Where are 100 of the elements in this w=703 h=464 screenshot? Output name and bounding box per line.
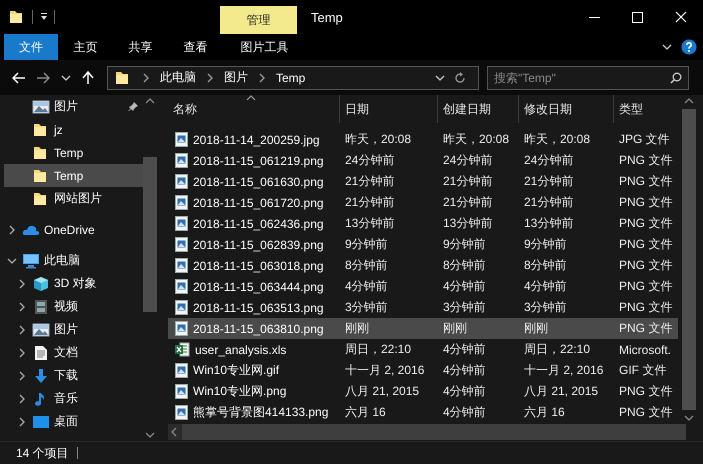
table-cell-text: 13分钟前 [442, 215, 494, 232]
ribbon-tab[interactable]: 查看 [168, 34, 223, 60]
table-cell-text: 9分钟前 [523, 236, 568, 253]
file-row[interactable]: 2018-11-15_061630.png 21分钟前 21分钟前 21分钟前 PNG 文件 [168, 171, 678, 192]
nav-item[interactable]: 图片 [4, 318, 143, 341]
ribbon-tab[interactable]: 主页 [58, 34, 113, 60]
image-file-icon [175, 300, 188, 315]
table-cell-text: 六月 16 [344, 404, 387, 421]
file-row[interactable]: 2018-11-15_063444.png 4分钟前 4分钟前 4分钟前 PNG 文件 [168, 276, 678, 297]
image-file-icon [175, 195, 188, 210]
item-count: 14 个项目 [16, 444, 69, 462]
nav-item[interactable]: Temp [4, 164, 143, 187]
search-icon[interactable] [670, 72, 682, 84]
nav-item[interactable]: 音乐 [4, 387, 143, 410]
refresh-icon[interactable] [454, 72, 466, 84]
nav-item[interactable]: 3D 对象 [4, 272, 143, 295]
search-field[interactable]: 搜索"Temp" [487, 66, 689, 90]
table-cell-text: PNG 文件 [618, 194, 674, 211]
table-cell-text: 9分钟前 [344, 236, 389, 253]
table-cell-text: 昨天，20:08 [344, 131, 412, 148]
nav-item[interactable]: 视频 [4, 295, 143, 318]
up-arrow-icon[interactable] [82, 70, 94, 84]
nav-item[interactable]: 桌面 [4, 410, 143, 433]
ribbon-tab[interactable]: 图片工具 [226, 34, 303, 60]
ribbon-tab[interactable]: 共享 [113, 34, 168, 60]
file-row[interactable]: 2018-11-15_063018.png 8分钟前 8分钟前 8分钟前 PNG 文件 [168, 255, 678, 276]
table-cell-text: PNG 文件 [618, 215, 674, 232]
table-cell-text: 刚刚 [344, 320, 370, 337]
scrollbar[interactable] [682, 95, 696, 424]
table-cell-text: 昨天，20:08 [442, 131, 510, 148]
table-cell-text: 4分钟前 [523, 278, 568, 295]
nav-item[interactable]: 网站图片 [4, 187, 143, 210]
file-name: 2018-11-15_062839.png [193, 238, 324, 252]
file-row[interactable]: 2018-11-15_061720.png 21分钟前 21分钟前 21分钟前 PNG 文件 [168, 192, 678, 213]
pin-icon[interactable] [128, 101, 139, 112]
close-icon[interactable] [675, 11, 687, 23]
context-tab[interactable]: 管理 [220, 6, 297, 34]
table-cell-text: PNG 文件 [618, 173, 674, 190]
table-cell-text: 21分钟前 [344, 173, 396, 190]
file-row[interactable]: 2018-11-15_062839.png 9分钟前 9分钟前 9分钟前 PNG 文件 [168, 234, 678, 255]
nav-item[interactable]: jz [4, 118, 143, 141]
image-file-icon [175, 174, 188, 189]
cube-icon [32, 276, 50, 292]
file-name: 2018-11-15_062436.png [193, 216, 324, 230]
file-row[interactable]: 2018-11-15_061219.png 24分钟前 24分钟前 24分钟前 PNG 文件 [168, 150, 678, 171]
nav-item[interactable]: 文档 [4, 341, 143, 364]
file-row[interactable]: 2018-11-15_062436.png 13分钟前 13分钟前 13分钟前 PNG 文件 [168, 213, 678, 234]
help-icon[interactable] [681, 39, 697, 55]
table-cell-text: 3分钟前 [523, 299, 568, 316]
table-cell-text: PNG 文件 [618, 236, 674, 253]
column-header[interactable]: 修改日期 [519, 95, 614, 123]
image-file-icon [175, 279, 188, 294]
breadcrumb[interactable]: 此电脑 [160, 69, 196, 86]
maximize-icon[interactable] [632, 12, 643, 22]
table-cell-text: 十一月 2, 2016 [523, 362, 604, 379]
column-header[interactable]: 创建日期 [438, 95, 519, 123]
breadcrumb[interactable]: Temp [276, 70, 306, 84]
table-cell-text: 4分钟前 [344, 278, 389, 295]
table-cell-text: 21分钟前 [523, 173, 574, 190]
table-cell-text: JPG 文件 [618, 131, 671, 148]
file-name: Win10专业网.gif [193, 362, 280, 379]
file-row[interactable]: user_analysis.xls 周日，22:10 4分钟前 周日，22:10 Microsoft. [168, 339, 678, 360]
table-cell-text: 4分钟前 [442, 341, 487, 358]
scrollbar[interactable] [168, 424, 686, 440]
file-name: 2018-11-15_063810.png [193, 322, 324, 336]
column-header[interactable]: 名称 [168, 95, 340, 123]
file-name: 2018-11-15_061720.png [193, 196, 324, 210]
address-bar[interactable]: 此电脑 图片 Temp [107, 66, 479, 90]
pictures-icon [32, 98, 50, 114]
breadcrumb[interactable]: 图片 [224, 69, 248, 86]
nav-item[interactable]: 下载 [4, 364, 143, 387]
file-menu-tab[interactable]: 文件 [4, 34, 58, 60]
image-file-icon [175, 237, 188, 252]
column-header[interactable]: 日期 [340, 95, 438, 123]
file-name: 2018-11-15_063444.png [193, 280, 324, 294]
back-arrow-icon[interactable] [12, 72, 26, 84]
file-row[interactable]: 2018-11-14_200259.jpg 昨天，20:08 昨天，20:08 昨天，20:08 JPG 文件 [168, 129, 678, 150]
file-row[interactable]: 2018-11-15_063513.png 3分钟前 3分钟前 3分钟前 PNG 文件 [168, 297, 678, 318]
file-row[interactable]: Win10专业网.gif 十一月 2, 2016 4分钟前 十一月 2, 2016 GIF 文件 [168, 360, 678, 381]
forward-arrow-icon[interactable] [36, 72, 50, 84]
nav-item[interactable]: OneDrive [4, 218, 143, 241]
table-cell-text: Microsoft. [618, 342, 672, 356]
image-file-icon [175, 132, 188, 147]
table-cell-text: 21分钟前 [442, 173, 494, 190]
file-row[interactable]: Win10专业网.png 八月 21, 2015 4分钟前 八月 21, 2015 PNG 文件 [168, 381, 678, 402]
file-row[interactable]: 2018-11-15_063810.png 刚刚 刚刚 刚刚 PNG 文件 [168, 318, 678, 339]
customize-dropdown-icon[interactable] [40, 12, 48, 22]
nav-item[interactable]: 此电脑 [4, 249, 143, 272]
table-cell-text: 八月 21, 2015 [344, 383, 420, 400]
computer-icon [22, 252, 40, 268]
file-row[interactable]: 熊掌号背景图414133.png 六月 16 4分钟前 六月 16 PNG 文件 [168, 402, 678, 423]
table-cell-text: 3分钟前 [344, 299, 389, 316]
nav-item[interactable]: Temp [4, 141, 143, 164]
window-title: Temp [310, 8, 344, 27]
nav-item[interactable]: 图片 [4, 95, 143, 118]
table-cell-text: 9分钟前 [442, 236, 487, 253]
table-cell-text: 24分钟前 [442, 152, 494, 169]
column-header[interactable]: 类型 [614, 95, 678, 123]
table-cell-text: 昨天，20:08 [523, 131, 592, 148]
spreadsheet-icon [175, 342, 190, 357]
